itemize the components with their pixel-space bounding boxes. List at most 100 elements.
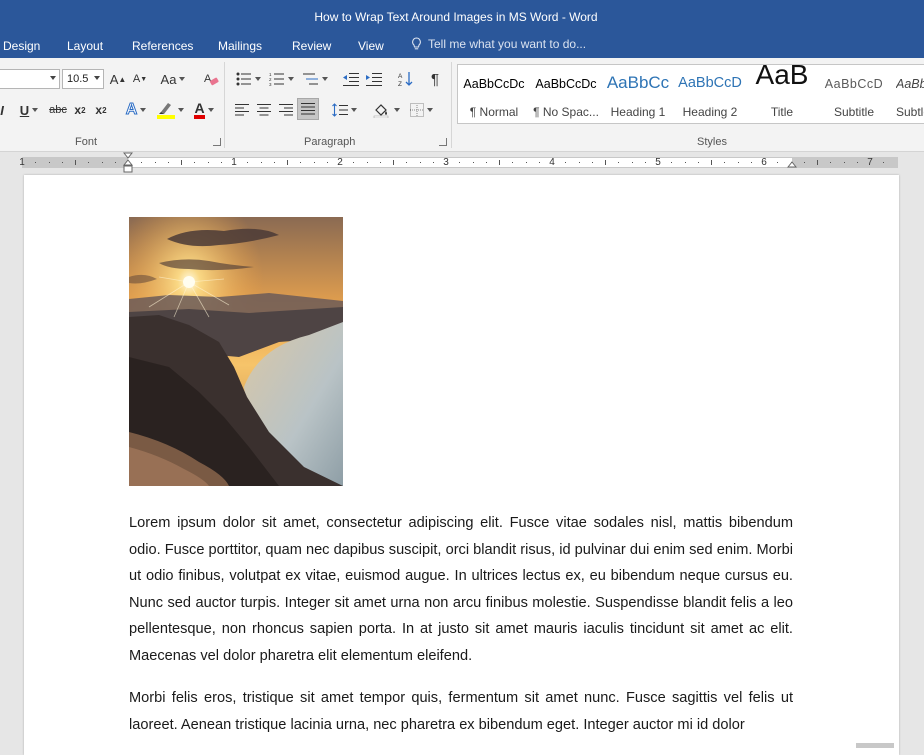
group-divider xyxy=(451,62,452,148)
chevron-down-icon[interactable] xyxy=(50,76,56,80)
highlight-color-button[interactable] xyxy=(154,99,186,121)
chevron-down-icon xyxy=(350,108,357,112)
underline-button[interactable]: U xyxy=(14,99,44,121)
ruler-half-tick xyxy=(817,160,818,165)
subscript-button[interactable]: x2 xyxy=(71,99,89,121)
grow-font-button[interactable]: A ▲ xyxy=(108,68,128,90)
italic-button[interactable]: I xyxy=(0,99,7,121)
horizontal-ruler[interactable]: 1 1 2 3 4 5 6 7 xyxy=(0,152,924,174)
style-subtle-emphasis[interactable]: AaBb Subtle xyxy=(890,65,924,123)
tell-me-box[interactable]: Tell me what you want to do... xyxy=(411,37,586,51)
chevron-down-icon xyxy=(393,108,400,112)
shrink-font-label: A xyxy=(132,73,141,85)
chevron-down-icon xyxy=(426,108,433,112)
ruler-dot xyxy=(618,162,620,163)
ruler-number: 2 xyxy=(337,157,343,168)
multilevel-list-button[interactable] xyxy=(299,68,331,90)
ruler-dot xyxy=(207,162,209,163)
svg-text:A: A xyxy=(398,73,403,80)
first-line-indent-icon[interactable] xyxy=(123,152,133,174)
ruler-dot xyxy=(419,162,421,163)
body-paragraph[interactable]: Lorem ipsum dolor sit amet, consectetur … xyxy=(129,510,793,670)
ruler-strip: 1 1 2 3 4 5 6 7 xyxy=(19,157,898,168)
strikethrough-button[interactable]: abc xyxy=(46,99,70,121)
font-size-combobox[interactable]: 10.5 xyxy=(62,69,104,89)
line-spacing-button[interactable] xyxy=(329,99,359,121)
align-left-icon xyxy=(235,104,249,116)
inline-image-sunset-cliff[interactable] xyxy=(129,217,343,486)
document-page[interactable]: Lorem ipsum dolor sit amet, consectetur … xyxy=(24,175,899,755)
decrease-indent-button[interactable] xyxy=(341,68,361,90)
ruler-dot xyxy=(220,162,222,163)
justify-button[interactable] xyxy=(297,98,319,120)
group-divider xyxy=(224,62,225,148)
ruler-dot xyxy=(154,162,156,163)
change-case-label: Aa xyxy=(160,71,177,87)
superscript-button[interactable]: x2 xyxy=(92,99,110,121)
tab-review[interactable]: Review xyxy=(292,39,331,53)
ruler-dot xyxy=(578,162,580,163)
style-sample: AaBb xyxy=(896,77,924,91)
ruler-dot xyxy=(697,162,699,163)
paragraph-dialog-launcher-icon[interactable] xyxy=(439,138,447,146)
highlighter-icon xyxy=(156,101,175,119)
tab-view[interactable]: View xyxy=(358,39,384,53)
sort-button[interactable]: AZ xyxy=(395,68,417,90)
shading-button[interactable] xyxy=(370,99,402,121)
numbering-button[interactable]: 123 xyxy=(266,68,296,90)
ruler-dot xyxy=(525,162,527,163)
align-right-button[interactable] xyxy=(276,99,296,121)
clear-formatting-button[interactable]: A xyxy=(200,68,222,90)
style-title[interactable]: AaB Title xyxy=(746,65,818,123)
lightbulb-icon xyxy=(412,37,421,50)
align-center-button[interactable] xyxy=(254,99,274,121)
bullet-list-icon xyxy=(236,72,251,86)
right-indent-icon[interactable] xyxy=(787,158,797,168)
border-grid-icon xyxy=(409,103,424,117)
ruler-number: 5 xyxy=(655,157,661,168)
ruler-number: 7 xyxy=(867,157,873,168)
chevron-down-icon[interactable] xyxy=(94,76,100,80)
borders-button[interactable] xyxy=(406,99,436,121)
show-formatting-marks-button[interactable]: ¶ xyxy=(425,68,445,90)
style-name: Subtle xyxy=(896,105,924,119)
style-no-spacing[interactable]: AaBbCcDc ¶ No Spac... xyxy=(530,65,602,123)
chevron-down-icon xyxy=(321,77,328,81)
ruler-dot xyxy=(114,162,116,163)
tab-mailings[interactable]: Mailings xyxy=(218,39,262,53)
ruler-dot xyxy=(353,162,355,163)
horizontal-scrollbar-thumb[interactable] xyxy=(856,743,894,748)
shrink-font-button[interactable]: A ▼ xyxy=(130,68,150,90)
ruler-dot xyxy=(671,162,673,163)
tab-references[interactable]: References xyxy=(132,39,193,53)
ruler-dot xyxy=(260,162,262,163)
text-effects-button[interactable]: A xyxy=(122,99,150,121)
ruler-number: 6 xyxy=(761,157,767,168)
chevron-down-icon xyxy=(287,77,294,81)
change-case-button[interactable]: Aa xyxy=(158,68,188,90)
style-heading-2[interactable]: AaBbCcD Heading 2 xyxy=(674,65,746,123)
align-left-button[interactable] xyxy=(232,99,252,121)
ruler-dot xyxy=(194,162,196,163)
align-center-icon xyxy=(257,104,271,116)
ruler-dot xyxy=(379,162,381,163)
tab-layout[interactable]: Layout xyxy=(67,39,103,53)
style-sample: AaBbCc xyxy=(606,73,670,92)
font-color-button[interactable]: A xyxy=(188,99,220,121)
ruler-dot xyxy=(61,162,63,163)
tab-design[interactable]: Design xyxy=(3,39,40,53)
increase-indent-button[interactable] xyxy=(364,68,384,90)
chevron-down-icon xyxy=(254,77,261,81)
bullets-button[interactable] xyxy=(233,68,263,90)
tell-me-placeholder: Tell me what you want to do... xyxy=(428,37,587,51)
superscript-digit: 2 xyxy=(102,105,107,115)
ruler-dot xyxy=(247,162,249,163)
style-subtitle[interactable]: AaBbCcD Subtitle xyxy=(818,65,890,123)
body-paragraph[interactable]: Morbi felis eros, tristique sit amet tem… xyxy=(129,685,793,738)
ruler-number: 4 xyxy=(549,157,555,168)
font-name-combobox[interactable] xyxy=(0,69,60,89)
font-dialog-launcher-icon[interactable] xyxy=(213,138,221,146)
style-normal[interactable]: AaBbCcDc ¶ Normal xyxy=(458,65,530,123)
style-heading-1[interactable]: AaBbCc Heading 1 xyxy=(602,65,674,123)
ruler-dot xyxy=(631,162,633,163)
